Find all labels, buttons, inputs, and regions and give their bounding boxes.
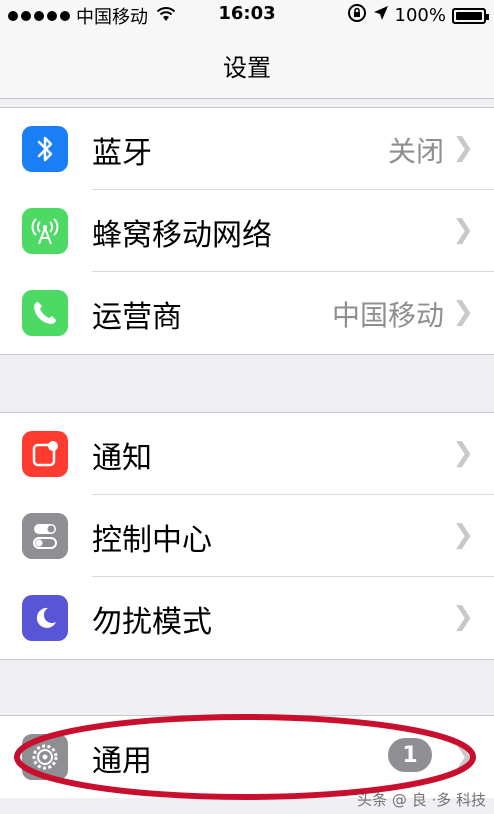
notifications-icon — [22, 431, 68, 477]
settings-row-cellular[interactable]: 蜂窝移动网络 ❯ — [0, 190, 494, 272]
settings-row-carrier[interactable]: 运营商 中国移动 ❯ — [0, 272, 494, 354]
watermark-text: 头条 @ 良 ·多 科技 — [357, 791, 486, 809]
moon-icon — [22, 595, 68, 641]
settings-group-notifications: 通知 ❯ 控制中心 ❯ 勿扰模式 ❯ — [0, 412, 494, 660]
row-label: 蜂窝移动网络 — [92, 218, 272, 253]
page-title: 设置 — [223, 54, 271, 82]
settings-row-notifications[interactable]: 通知 ❯ — [0, 413, 494, 495]
battery-icon — [452, 7, 489, 24]
settings-row-bluetooth[interactable]: 蓝牙 关闭 ❯ — [0, 108, 494, 190]
row-label: 通用 — [92, 744, 152, 779]
cellular-antenna-icon — [22, 208, 68, 254]
settings-group-general: 通用 1 ❯ — [0, 715, 494, 798]
chevron-right-icon: ❯ — [452, 602, 474, 632]
control-center-icon — [22, 513, 68, 559]
rotation-lock-icon — [347, 3, 367, 28]
nav-bar: 设置 — [0, 30, 494, 99]
row-value: 关闭 — [387, 135, 444, 168]
chevron-right-icon: ❯ — [452, 297, 474, 327]
bluetooth-icon — [22, 126, 68, 172]
battery-fill — [456, 11, 482, 20]
settings-row-do-not-disturb[interactable]: 勿扰模式 ❯ — [0, 577, 494, 659]
row-label: 控制中心 — [92, 523, 212, 558]
row-label: 勿扰模式 — [92, 605, 212, 640]
chevron-right-icon: ❯ — [452, 520, 474, 550]
row-label: 运营商 — [92, 300, 182, 335]
settings-group-connectivity: 蓝牙 关闭 ❯ 蜂窝移动网络 ❯ 运营商 中国移动 ❯ — [0, 107, 494, 355]
chevron-right-icon: ❯ — [452, 741, 474, 771]
phone-icon — [22, 290, 68, 336]
gear-icon — [22, 734, 68, 780]
status-right: 100% — [347, 3, 489, 28]
row-label: 蓝牙 — [92, 136, 152, 171]
chevron-right-icon: ❯ — [452, 438, 474, 468]
location-arrow-icon — [373, 5, 389, 26]
update-badge: 1 — [388, 738, 432, 772]
row-label: 通知 — [92, 441, 152, 476]
settings-row-control-center[interactable]: 控制中心 ❯ — [0, 495, 494, 577]
settings-row-general[interactable]: 通用 1 ❯ — [0, 716, 494, 798]
status-bar: 中国移动 16:03 100% — [0, 0, 494, 30]
battery-percent: 100% — [394, 5, 446, 26]
chevron-right-icon: ❯ — [452, 215, 474, 245]
row-value: 中国移动 — [331, 299, 444, 332]
chevron-right-icon: ❯ — [452, 133, 474, 163]
